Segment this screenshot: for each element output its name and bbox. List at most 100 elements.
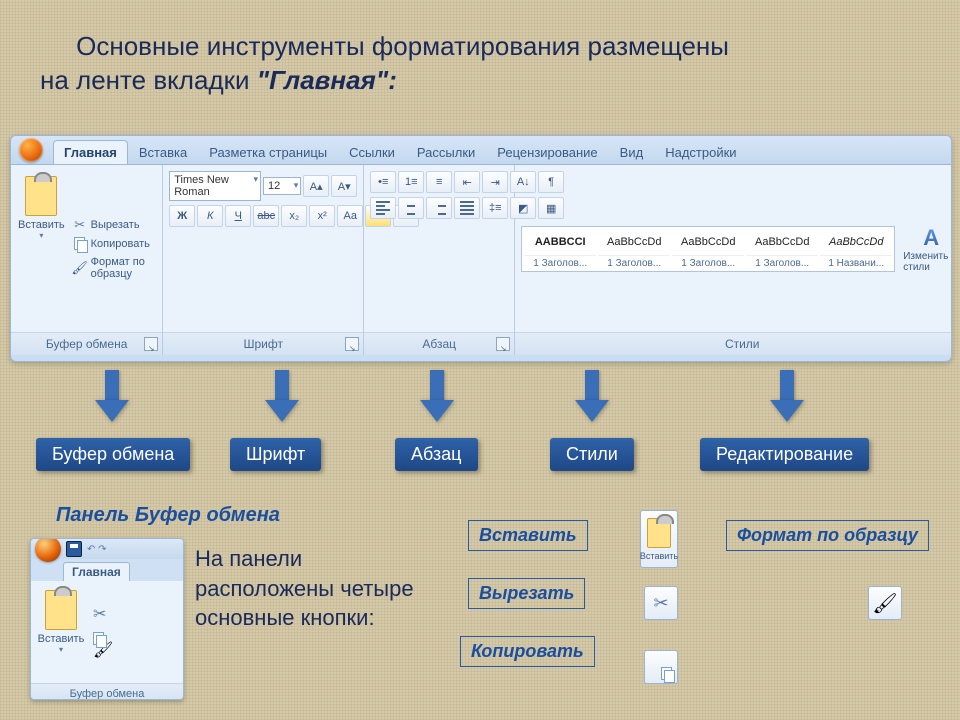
change-case-button[interactable]: Aa (337, 205, 363, 227)
align-justify-button[interactable] (454, 197, 480, 219)
chip-format-painter[interactable]: 🖌 (868, 586, 902, 620)
clipboard-launcher[interactable]: ↘ (144, 337, 158, 351)
chip-cut[interactable]: ✂ (644, 586, 678, 620)
cut-label: Вырезать (91, 219, 140, 231)
mini-tab-home[interactable]: Главная (63, 562, 130, 581)
heading-tabname: "Главная" (257, 65, 388, 95)
paste-button[interactable]: Вставить ▾ (17, 171, 66, 326)
paste-label: Вставить (18, 219, 65, 231)
label-paragraph: Абзац (395, 438, 478, 471)
tab-addins[interactable]: Надстройки (654, 140, 747, 164)
arrow-clipboard (95, 370, 129, 424)
tab-view[interactable]: Вид (609, 140, 655, 164)
align-right-button[interactable] (426, 197, 452, 219)
clipboard-panel-subheading: Панель Буфер обмена (56, 504, 280, 527)
indent-inc-button[interactable]: ⇥ (482, 171, 508, 193)
mini-word-window: ↶ ↷ Главная Вставить ▾ ✂ 🖌 Буфер обмена (30, 538, 184, 700)
cut-button[interactable]: ✂ Вырезать (70, 217, 157, 233)
styles-launcher[interactable]: ↘ (951, 337, 952, 351)
heading-line2a: на ленте вкладки (40, 65, 250, 95)
copy-button[interactable]: Копировать (70, 236, 157, 252)
tab-page-layout[interactable]: Разметка страницы (198, 140, 338, 164)
style-item-3[interactable]: AaBbCcDd1 Заголов... (746, 229, 818, 269)
copy-label: Копировать (91, 238, 150, 250)
slide-heading: Основные инструменты форматирования разм… (40, 30, 940, 98)
grow-font-button[interactable]: A▴ (303, 175, 329, 197)
bullets-button[interactable]: •≡ (370, 171, 396, 193)
body-text: На панели расположены четыре основные кн… (195, 544, 445, 633)
mini-paste-label: Вставить (38, 633, 85, 645)
change-styles-label: Изменить стили (903, 251, 952, 273)
ribbon-tab-strip: Главная Вставка Разметка страницы Ссылки… (11, 136, 951, 165)
mini-tabs: Главная (31, 559, 183, 581)
arrow-editing (770, 370, 804, 424)
arrow-styles (575, 370, 609, 424)
tab-references[interactable]: Ссылки (338, 140, 406, 164)
label-styles: Стили (550, 438, 634, 471)
style-item-4[interactable]: AaBbCcDd1 Названи... (820, 229, 892, 269)
label-clipboard: Буфер обмена (36, 438, 190, 471)
chip-copy[interactable] (644, 650, 678, 684)
indent-dec-button[interactable]: ⇤ (454, 171, 480, 193)
style-item-2[interactable]: AaBbCcDd1 Заголов... (672, 229, 744, 269)
line-spacing-button[interactable]: ‡≡ (482, 197, 508, 219)
heading-line1: Основные инструменты форматирования разм… (76, 31, 729, 61)
mini-titlebar: ↶ ↷ (31, 539, 183, 559)
mini-save-icon[interactable] (66, 541, 82, 557)
brush-icon: 🖌 (73, 261, 87, 275)
styles-gallery[interactable]: AABBCCI1 Заголов... AaBbCcDd1 Заголов...… (521, 226, 895, 272)
chip-paste[interactable]: Вставить (640, 510, 678, 568)
style-item-0[interactable]: AABBCCI1 Заголов... (524, 229, 596, 269)
tab-home[interactable]: Главная (53, 140, 128, 164)
bold-button[interactable]: Ж (169, 205, 195, 227)
caption-paste: Вставить (468, 520, 588, 551)
tab-insert[interactable]: Вставка (128, 140, 198, 164)
tab-mailings[interactable]: Рассылки (406, 140, 486, 164)
group-styles: AABBCCI1 Заголов... AaBbCcDd1 Заголов...… (515, 165, 952, 355)
format-painter-button[interactable]: 🖌 Формат по образцу (70, 255, 157, 281)
font-name-combo[interactable]: Times New Roman (169, 171, 261, 201)
change-styles-button[interactable]: A Изменить стили (899, 221, 952, 277)
group-paragraph: •≡ 1≡ ≡ ⇤ ⇥ A↓ ¶ ‡≡ ◩ ▦ (364, 165, 515, 355)
heading-colon: : (388, 65, 397, 95)
mini-paste-button[interactable]: Вставить ▾ (35, 585, 87, 679)
style-item-1[interactable]: AaBbCcDd1 Заголов... (598, 229, 670, 269)
clipboard-icon (25, 176, 57, 216)
italic-button[interactable]: К (197, 205, 223, 227)
format-painter-label: Формат по образцу (91, 256, 154, 280)
caption-copy: Копировать (460, 636, 595, 667)
shrink-font-button[interactable]: A▾ (331, 175, 357, 197)
caption-format-painter: Формат по образцу (726, 520, 929, 551)
group-clipboard-label: Буфер обмена ↘ (11, 332, 162, 355)
superscript-button[interactable]: x² (309, 205, 335, 227)
numbering-button[interactable]: 1≡ (398, 171, 424, 193)
mini-clipboard-icon (45, 590, 77, 630)
group-font: Times New Roman 12 A▴ A▾ Ж К Ч abc x₂ x²… (163, 165, 364, 355)
strike-button[interactable]: abc (253, 205, 279, 227)
chip-clipboard-icon (647, 518, 671, 548)
arrow-paragraph (420, 370, 454, 424)
underline-button[interactable]: Ч (225, 205, 251, 227)
subscript-button[interactable]: x₂ (281, 205, 307, 227)
mini-scissors-icon[interactable]: ✂ (93, 604, 113, 624)
paragraph-launcher[interactable]: ↘ (496, 337, 510, 351)
multilevel-button[interactable]: ≡ (426, 171, 452, 193)
tab-review[interactable]: Рецензирование (486, 140, 608, 164)
label-font: Шрифт (230, 438, 321, 471)
align-left-button[interactable] (370, 197, 396, 219)
ribbon: Главная Вставка Разметка страницы Ссылки… (10, 135, 952, 362)
change-styles-icon: A (923, 225, 939, 251)
chip-brush-icon: 🖌 (872, 591, 897, 616)
mini-footer-label: Буфер обмена (31, 683, 183, 700)
font-launcher[interactable]: ↘ (345, 337, 359, 351)
font-size-combo[interactable]: 12 (263, 177, 301, 195)
office-button[interactable] (19, 138, 43, 162)
ribbon-body: Вставить ▾ ✂ Вырезать Копировать 🖌 Форма… (11, 165, 951, 355)
scissors-icon: ✂ (73, 218, 87, 232)
copy-icon (73, 237, 87, 251)
align-center-button[interactable] (398, 197, 424, 219)
group-styles-label: Стили ↘ (515, 332, 952, 355)
arrow-font (265, 370, 299, 424)
group-font-label: Шрифт ↘ (163, 332, 363, 355)
label-editing: Редактирование (700, 438, 869, 471)
